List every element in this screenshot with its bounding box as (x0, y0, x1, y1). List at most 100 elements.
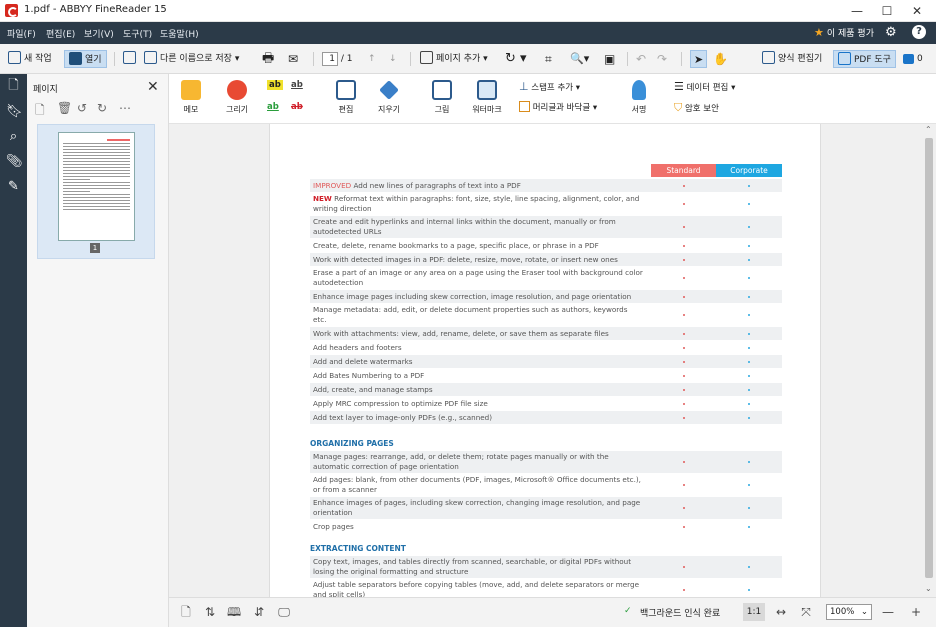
protect-button[interactable]: ⛉ 암호 보안 (674, 101, 719, 115)
add-page-button[interactable]: 페이지 추가 ▾ (420, 50, 488, 68)
pdf-tools-icon (838, 52, 851, 65)
erase-button[interactable]: 지우기 (369, 80, 409, 115)
fit-width-icon[interactable]: ↔ (774, 605, 788, 619)
menu-help[interactable]: 도움말(H) (160, 27, 199, 40)
feature-description: Add Bates Numbering to a PDF (313, 371, 425, 380)
standard-check-dot (683, 244, 685, 247)
next-page-icon[interactable]: ↓ (389, 50, 397, 68)
scroll-thumb[interactable] (925, 138, 933, 578)
save-icon[interactable] (123, 50, 139, 68)
pdf-tools-button[interactable]: PDF 도구 (833, 50, 896, 68)
zoom-value: 100% (830, 607, 855, 617)
feature-description: Apply MRC compression to optimize PDF fi… (313, 399, 488, 408)
standard-check-dot (683, 360, 685, 363)
abbyy-logo-icon (5, 4, 18, 17)
continuous-view-icon[interactable]: ⇅ (203, 605, 217, 619)
feature-text: Add Bates Numbering to a PDF (313, 371, 643, 381)
add-page-small-icon[interactable]: 🗋 (35, 101, 45, 122)
feature-row: Add Bates Numbering to a PDF (310, 369, 782, 382)
two-page-view-icon[interactable]: 🕮 (227, 605, 241, 619)
page-number-input[interactable]: 1 (322, 52, 338, 66)
image-button[interactable]: 그림 (422, 80, 462, 115)
watermark-button[interactable]: 워터마크 (467, 80, 507, 115)
menu-view[interactable]: 보기(V) (84, 27, 114, 40)
form-editor-label: 양식 편집기 (778, 54, 823, 64)
crop-icon[interactable]: ⌗ (545, 50, 552, 68)
actual-size-button[interactable]: 1:1 (743, 603, 765, 621)
corporate-check-dot (748, 360, 750, 363)
standard-check-dot (683, 203, 685, 205)
menu-file[interactable]: 파일(F) (7, 27, 36, 40)
fit-page-icon[interactable]: ⤧ (799, 605, 813, 619)
attachment-icon[interactable]: 📎︎ (6, 154, 23, 169)
rotate-right-icon[interactable]: ↻ (97, 101, 107, 115)
data-edit-button[interactable]: ☰ 데이터 편집 ▾ (674, 80, 735, 93)
delete-page-icon[interactable]: 🗑 (57, 101, 72, 115)
minimize-button[interactable]: — (842, 2, 872, 20)
save-as-button[interactable]: 다른 이름으로 저장 ▾ (144, 50, 239, 68)
standard-check-dot (683, 507, 685, 509)
signature-icon[interactable]: ✎ (6, 179, 21, 194)
comment-count: 0 (917, 54, 923, 64)
memo-icon (181, 80, 201, 100)
vertical-scrollbar[interactable]: ⌃ ⌄ (922, 124, 936, 597)
feature-row: Create, delete, rename bookmarks to a pa… (310, 239, 782, 252)
bookmark-icon[interactable]: 🔖︎ (6, 104, 23, 119)
zoom-in-icon[interactable]: + (909, 605, 923, 619)
memo-button[interactable]: 메모 (171, 80, 211, 115)
underline-text-icon[interactable]: ab (291, 80, 303, 90)
rate-product-link[interactable]: ★ 이 제품 평가 (814, 26, 874, 39)
highlight-text-icon[interactable]: ab (267, 80, 283, 90)
underline-green-icon[interactable]: ab (267, 102, 279, 112)
corporate-check-dot (748, 258, 750, 261)
draw-button[interactable]: 그리기 (217, 80, 257, 115)
close-button[interactable]: ✕ (902, 2, 932, 20)
standard-check-dot (683, 589, 685, 591)
form-editor-button[interactable]: 양식 편집기 (762, 50, 822, 68)
email-icon[interactable]: ✉ (288, 50, 298, 68)
print-icon[interactable]: 🖶 (262, 50, 274, 68)
corporate-check-dot (748, 507, 750, 509)
page-thumbnail-selected[interactable]: 1 (37, 124, 155, 259)
standard-check-dot (683, 388, 685, 391)
comments-button[interactable]: 0 (903, 50, 923, 68)
hand-tool-icon[interactable]: ✋ (713, 50, 728, 68)
scroll-up-icon[interactable]: ⌃ (925, 125, 932, 134)
edit-button[interactable]: 편집 (326, 80, 366, 115)
ocr-icon[interactable]: ▣ (604, 50, 615, 68)
stamp-button[interactable]: ⊥ 스탬프 추가 ▾ (519, 80, 580, 93)
settings-gear-icon[interactable]: ⚙ (885, 25, 897, 40)
feature-description: Add and delete watermarks (313, 357, 413, 366)
new-task-button[interactable]: 새 작업 (8, 50, 52, 68)
panel-close-icon[interactable]: ✕ (147, 79, 159, 95)
two-page-continuous-icon[interactable]: ⇵ (252, 605, 266, 619)
feature-description: Manage pages: rearrange, add, or delete … (313, 452, 609, 471)
rotate-left-icon[interactable]: ↺ (77, 101, 87, 115)
select-tool-icon[interactable]: ➤ (690, 50, 708, 68)
standard-check-dot (683, 277, 685, 279)
open-button[interactable]: 열기 (64, 50, 107, 68)
rotate-icon[interactable]: ↻ ▾ (505, 50, 527, 68)
pdf-page[interactable]: Standard Corporate IMPROVED Add new line… (269, 124, 821, 597)
single-page-view-icon[interactable]: 🗋 (179, 605, 193, 619)
sign-button[interactable]: 서명 (619, 80, 659, 115)
menu-edit[interactable]: 편집(E) (46, 27, 75, 40)
strikethrough-icon[interactable]: ab (291, 102, 303, 112)
pages-icon[interactable]: 🗋 (6, 78, 21, 93)
fullscreen-icon[interactable]: 🖵 (277, 605, 291, 619)
scroll-down-icon[interactable]: ⌄ (925, 584, 932, 593)
more-options-icon[interactable]: ⋯ (119, 101, 131, 115)
zoom-page-icon[interactable]: 🔍▾ (570, 50, 589, 68)
maximize-button[interactable]: ☐ (872, 2, 902, 20)
search-icon[interactable]: ⌕ (6, 129, 21, 144)
undo-icon[interactable]: ↶ (636, 50, 646, 68)
help-icon[interactable]: ? (912, 25, 926, 39)
redo-icon[interactable]: ↷ (657, 50, 667, 68)
prev-page-icon[interactable]: ↑ (368, 50, 376, 68)
zoom-select[interactable]: 100% ⌄ (826, 604, 872, 620)
menu-tools[interactable]: 도구(T) (123, 27, 152, 40)
standard-check-dot (683, 461, 685, 463)
zoom-out-icon[interactable]: — (881, 605, 895, 619)
header-footer-button[interactable]: 머리글과 바닥글 ▾ (519, 101, 597, 113)
separator (410, 52, 411, 66)
